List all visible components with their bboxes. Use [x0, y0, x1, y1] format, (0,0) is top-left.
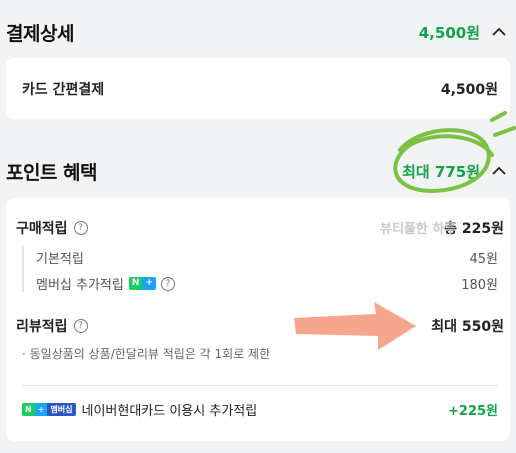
info-icon[interactable]: ? [73, 319, 88, 333]
naver-plus-badge: N + [128, 277, 156, 290]
membership-points-value: 180원 [461, 278, 498, 293]
basic-points-value: 45원 [469, 252, 498, 267]
payment-total: 4,500원 [418, 23, 480, 42]
purchase-points-label: 구매적립 [16, 221, 68, 237]
card-bonus-label: 네이버현대카드 이용시 추가적립 [81, 404, 258, 419]
sub-items-divider [22, 246, 24, 292]
payment-card: 카드 간편결제 4,500원 [6, 58, 510, 119]
membership-points-row: 멤버십 추가적립 N + ? 180원 [36, 274, 498, 293]
payment-section-header[interactable]: 결제상세 4,500원 [0, 12, 516, 52]
points-title: 포인트 혜택 [6, 161, 98, 184]
info-icon[interactable]: ? [160, 276, 175, 291]
basic-points-row: 기본적립 45원 [36, 248, 498, 267]
section-divider [22, 385, 498, 386]
payment-method-amount: 4,500원 [440, 81, 498, 98]
payment-title: 결제상세 [6, 22, 74, 45]
review-points-label: 리뷰적립 [16, 319, 68, 335]
watermark-text: 뷰티풀한 하루 [380, 222, 457, 237]
chevron-up-icon[interactable] [490, 162, 508, 180]
points-section-header[interactable]: 포인트 혜택 최대 775원 [0, 151, 516, 191]
payment-method-row: 카드 간편결제 4,500원 [6, 58, 510, 119]
card-bonus-row: N + 멤버십 네이버현대카드 이용시 추가적립 +225원 [22, 400, 498, 419]
naver-membership-badge: N + 멤버십 [22, 403, 76, 416]
card-bonus-value: +225원 [448, 404, 498, 419]
info-icon[interactable]: ? [73, 221, 88, 235]
basic-points-label: 기본적립 [36, 252, 84, 267]
membership-points-label: 멤버십 추가적립 [36, 278, 124, 293]
review-points-total: 최대 550원 [431, 319, 504, 335]
payment-method-label: 카드 간편결제 [22, 81, 105, 98]
review-points-row: 리뷰적립 ? 최대 550원 [16, 316, 504, 336]
review-points-note: · 동일상품의 상품/한달리뷰 적립은 각 1회로 제한 [22, 347, 271, 361]
points-max-total: 최대 775원 [402, 162, 480, 181]
chevron-up-icon[interactable] [490, 23, 508, 41]
